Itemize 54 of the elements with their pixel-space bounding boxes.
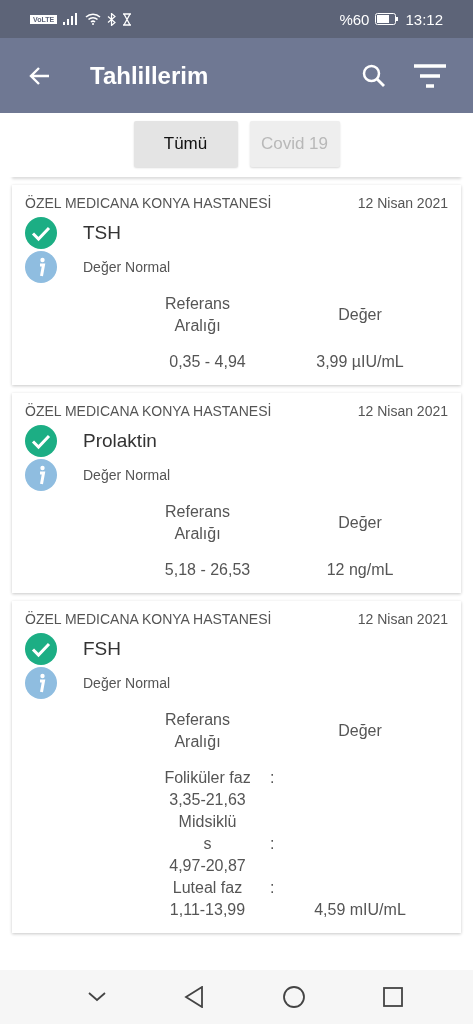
- range-colon: :: [270, 768, 275, 788]
- reference-range: Luteal faz: [172, 878, 243, 898]
- result-date: 12 Nisan 2021: [357, 611, 448, 627]
- column-header: Değer: [337, 721, 383, 741]
- check-icon: [25, 633, 57, 665]
- page-title: Tahlillerim: [90, 61, 210, 90]
- status-text: Değer Normal: [83, 675, 171, 691]
- result-card[interactable]: ÖZEL MEDICANA KONYA HASTANESİ 12 Nisan 2021 TSH Değer Normal Referans Aralığı Değer 0,35 - 4,94 3,99 µIU/mL: [12, 185, 461, 385]
- status-text: Değer Normal: [83, 259, 171, 275]
- clock-time: 13:12: [405, 10, 443, 28]
- filter-tab[interactable]: Tümü: [133, 121, 238, 167]
- column-header: Referans: [164, 294, 231, 314]
- reference-range: 3,35-21,63: [169, 790, 246, 810]
- reference-range: s: [203, 834, 212, 854]
- test-name: TSH: [83, 222, 121, 244]
- check-icon: [25, 217, 57, 249]
- test-name: Prolaktin: [83, 430, 157, 452]
- result-card[interactable]: ÖZEL MEDICANA KONYA HASTANESİ 12 Nisan 2021 FSH Değer Normal Referans Aralığı Değer Foliküler faz : 3,35-21,63 Midsiklü s : 4,97-20,87 Luteal faz : 1,11-13,99 4,59 mIU/mL: [12, 601, 461, 933]
- info-icon: [25, 251, 57, 283]
- info-icon: [25, 459, 57, 491]
- status-text: Değer Normal: [83, 467, 171, 483]
- column-header: Değer: [337, 305, 383, 325]
- reference-range: 5,18 - 26,53: [164, 560, 251, 580]
- result-value: 4,59 mIU/mL: [313, 900, 407, 920]
- column-header: Değer: [337, 513, 383, 533]
- reference-range: 0,35 - 4,94: [169, 352, 246, 372]
- column-header: Aralığı: [173, 316, 222, 336]
- reference-range: Midsiklü: [178, 812, 237, 832]
- hospital-name: ÖZEL MEDICANA KONYA HASTANESİ: [25, 195, 272, 211]
- result-card[interactable]: ÖZEL MEDICANA KONYA HASTANESİ 12 Nisan 2021 Prolaktin Değer Normal Referans Aralığı Değer 5,18 - 26,53 12 ng/mL: [12, 393, 461, 593]
- range-colon: :: [270, 878, 275, 898]
- result-value: 12 ng/mL: [325, 560, 395, 580]
- reference-range: Foliküler faz: [164, 768, 251, 788]
- wifi-icon: [85, 13, 102, 25]
- bluetooth-icon: [107, 12, 117, 26]
- result-date: 12 Nisan 2021: [357, 195, 448, 211]
- hospital-name: ÖZEL MEDICANA KONYA HASTANESİ: [25, 611, 272, 627]
- test-name: FSH: [83, 638, 121, 660]
- reference-range: 4,97-20,87: [169, 856, 246, 876]
- info-icon: [25, 667, 57, 699]
- result-value: 3,99 µIU/mL: [315, 352, 405, 372]
- hospital-name: ÖZEL MEDICANA KONYA HASTANESİ: [25, 403, 272, 419]
- signal-icon: [63, 13, 80, 25]
- battery-percent: %60: [339, 10, 370, 28]
- reference-range: 1,11-13,99: [169, 900, 246, 920]
- column-header: Aralığı: [173, 732, 222, 752]
- check-icon: [25, 425, 57, 457]
- column-header: Aralığı: [173, 524, 222, 544]
- range-colon: :: [270, 834, 275, 854]
- column-header: Referans: [164, 502, 231, 522]
- hourglass-icon: [122, 12, 133, 26]
- column-header: Referans: [164, 710, 231, 730]
- result-date: 12 Nisan 2021: [357, 403, 448, 419]
- battery-icon: [375, 13, 400, 25]
